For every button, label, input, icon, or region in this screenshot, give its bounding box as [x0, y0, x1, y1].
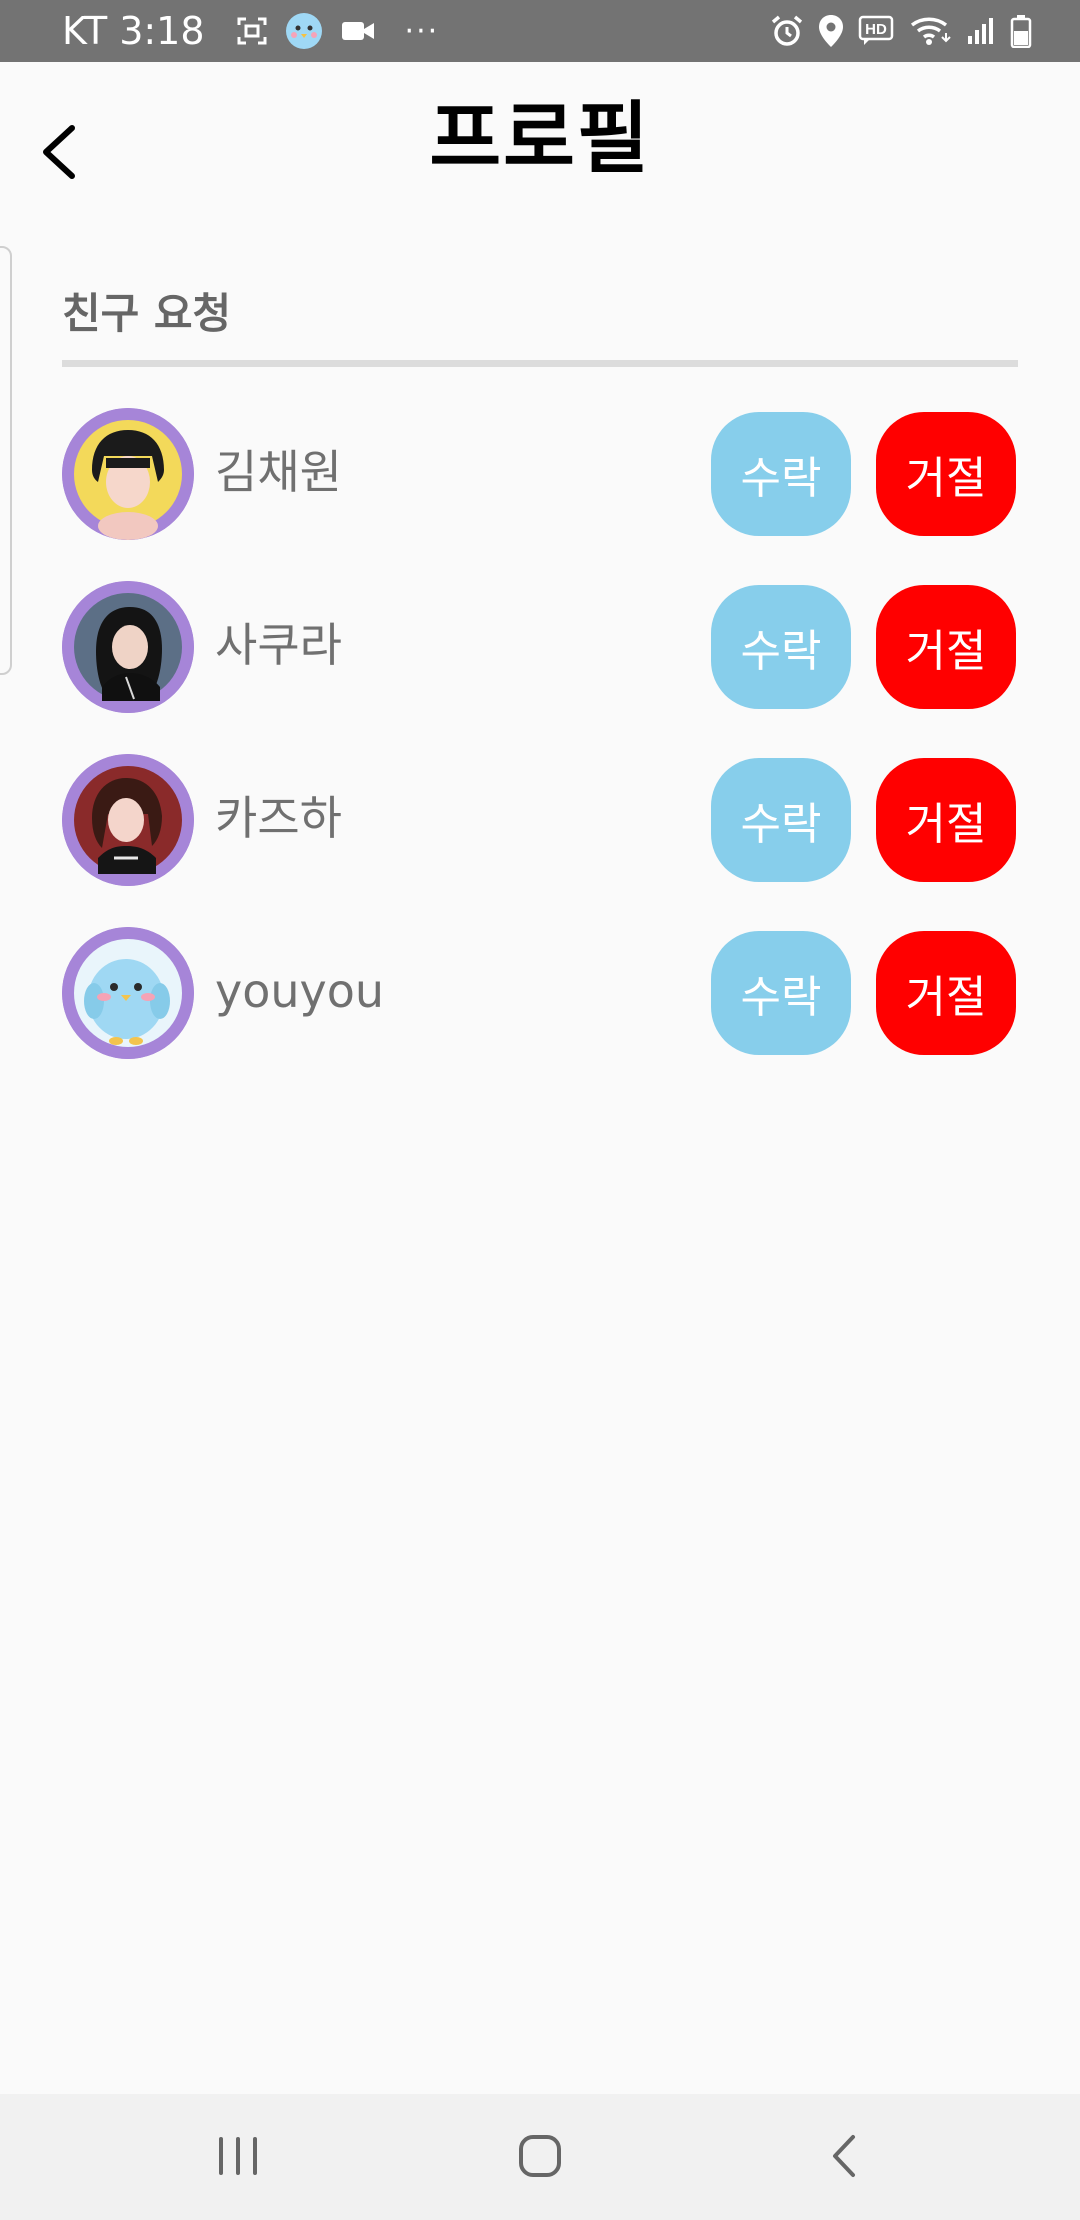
list-item: 김채원 수락 거절	[0, 400, 1080, 540]
user-name: youyou	[215, 964, 385, 1018]
navigation-bar	[0, 2094, 1080, 2220]
location-icon	[818, 14, 844, 48]
section-title: 친구 요청	[62, 289, 232, 338]
list-item: 카즈하 수락 거절	[0, 746, 1080, 886]
avatar[interactable]	[62, 927, 194, 1059]
recent-apps-icon	[215, 2135, 261, 2181]
reject-button[interactable]: 거절	[876, 758, 1016, 882]
page-title: 프로필	[429, 94, 651, 184]
user-name: 사쿠라	[215, 618, 342, 672]
hd-voice-icon: HD	[858, 15, 896, 47]
status-left: KT 3:18 ···	[62, 8, 439, 54]
nav-back-button[interactable]	[794, 2118, 894, 2198]
accept-button[interactable]: 수락	[711, 412, 851, 536]
reject-button[interactable]: 거절	[876, 585, 1016, 709]
carrier-label: KT	[62, 9, 108, 53]
status-bar: KT 3:18 ··· HD	[0, 0, 1080, 62]
avatar[interactable]	[62, 581, 194, 713]
more-notifications: ···	[404, 13, 440, 49]
alarm-icon	[770, 14, 804, 48]
status-right: HD	[770, 8, 1032, 54]
list-item: youyou 수락 거절	[0, 919, 1080, 1059]
avatar[interactable]	[62, 408, 194, 540]
wifi-icon	[910, 15, 952, 47]
user-name: 김채원	[215, 445, 342, 499]
list-item: 사쿠라 수락 거절	[0, 573, 1080, 713]
header: 프로필	[0, 62, 1080, 232]
recent-apps-button[interactable]	[188, 2118, 288, 2198]
reject-button[interactable]: 거절	[876, 412, 1016, 536]
battery-icon	[1010, 14, 1032, 48]
time-label: 3:18	[119, 9, 205, 53]
accept-button[interactable]: 수락	[711, 758, 851, 882]
video-icon	[341, 19, 375, 43]
svg-text:HD: HD	[865, 21, 887, 38]
reject-button[interactable]: 거절	[876, 931, 1016, 1055]
accept-button[interactable]: 수락	[711, 931, 851, 1055]
signal-icon	[966, 16, 996, 46]
back-icon	[829, 2133, 859, 2183]
section-divider	[62, 360, 1018, 367]
app-bird-icon	[285, 12, 323, 50]
screenshot-icon	[237, 17, 267, 45]
user-name: 카즈하	[215, 791, 342, 845]
accept-button[interactable]: 수락	[711, 585, 851, 709]
avatar[interactable]	[62, 754, 194, 886]
home-icon	[517, 2133, 563, 2183]
home-button[interactable]	[490, 2118, 590, 2198]
